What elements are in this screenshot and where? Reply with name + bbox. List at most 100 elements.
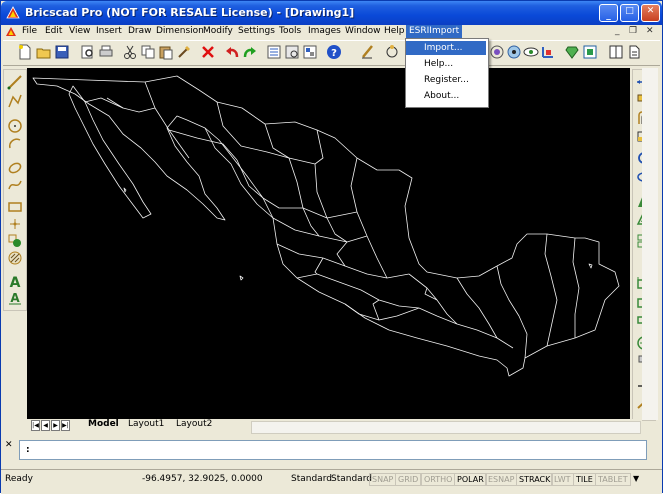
drawing-canvas[interactable] bbox=[27, 68, 630, 420]
properties-icon[interactable] bbox=[266, 44, 282, 60]
close-command-icon[interactable]: ✕ bbox=[5, 440, 15, 450]
svg-text:?: ? bbox=[331, 48, 337, 59]
state-boundary bbox=[264, 123, 304, 209]
render-icon[interactable] bbox=[489, 44, 505, 60]
block-icon[interactable] bbox=[564, 44, 580, 60]
undo-icon[interactable] bbox=[224, 44, 240, 60]
menu-item-import[interactable]: Import... bbox=[406, 41, 486, 55]
copy-icon[interactable] bbox=[140, 44, 156, 60]
match-properties-icon[interactable] bbox=[176, 44, 192, 60]
save-icon[interactable] bbox=[54, 44, 70, 60]
spline-icon[interactable] bbox=[7, 177, 23, 193]
command-input[interactable]: : bbox=[19, 440, 647, 460]
arc-icon[interactable] bbox=[7, 135, 23, 151]
doc-restore-icon[interactable]: ❐ bbox=[629, 26, 637, 36]
doc-minimize-icon[interactable]: _ bbox=[615, 26, 620, 36]
state-boundary bbox=[314, 129, 328, 219]
new-layout-icon[interactable] bbox=[626, 44, 642, 60]
redo-icon[interactable] bbox=[242, 44, 258, 60]
esnap-toggle[interactable]: ESNAP bbox=[485, 473, 518, 486]
horizontal-scrollbar[interactable] bbox=[251, 421, 641, 434]
line-icon[interactable] bbox=[7, 74, 23, 90]
title-bar[interactable]: Bricscad Pro (NOT FOR RESALE License) - … bbox=[1, 1, 662, 25]
document-icon[interactable] bbox=[5, 26, 17, 38]
menu-item-about[interactable]: About... bbox=[406, 89, 486, 103]
tab-layout2[interactable]: Layout2 bbox=[176, 419, 212, 429]
menu-modify[interactable]: Modify bbox=[203, 26, 233, 36]
delete-icon[interactable] bbox=[200, 44, 216, 60]
tablet-toggle[interactable]: TABLET bbox=[595, 473, 631, 486]
menu-window[interactable]: Window bbox=[345, 26, 381, 36]
menu-settings[interactable]: Settings bbox=[238, 26, 275, 36]
prev-tab-icon[interactable]: ◀ bbox=[41, 420, 50, 431]
polar-toggle[interactable]: POLAR bbox=[454, 473, 487, 486]
cut-icon[interactable] bbox=[122, 44, 138, 60]
next-tab-icon[interactable]: ▶ bbox=[51, 420, 60, 431]
design-center-icon[interactable] bbox=[284, 44, 300, 60]
minimize-button[interactable]: _ bbox=[599, 4, 618, 22]
menu-tools[interactable]: Tools bbox=[279, 26, 301, 36]
mtext-icon[interactable]: A bbox=[7, 290, 23, 306]
state-boundary bbox=[456, 277, 514, 349]
paste-icon[interactable] bbox=[158, 44, 174, 60]
menu-images[interactable]: Images bbox=[308, 26, 341, 36]
strack-toggle[interactable]: STRACK bbox=[516, 473, 554, 486]
state-boundary bbox=[216, 101, 316, 165]
print-icon[interactable] bbox=[98, 44, 114, 60]
menu-draw[interactable]: Draw bbox=[128, 26, 152, 36]
menu-insert[interactable]: Insert bbox=[96, 26, 122, 36]
new-icon[interactable] bbox=[17, 44, 33, 60]
tab-model[interactable]: Model bbox=[88, 419, 119, 429]
block-icon[interactable] bbox=[7, 233, 23, 249]
state-boundary bbox=[372, 299, 380, 321]
explorer-icon[interactable] bbox=[302, 44, 318, 60]
state-boundary bbox=[302, 207, 320, 237]
menu-dimension[interactable]: Dimension bbox=[156, 26, 204, 36]
vertical-scrollbar[interactable] bbox=[642, 68, 658, 420]
ellipse-icon[interactable] bbox=[7, 160, 23, 176]
polyline-icon[interactable] bbox=[7, 93, 23, 109]
print-preview-icon[interactable] bbox=[80, 44, 96, 60]
state-boundary bbox=[544, 233, 558, 347]
point-icon[interactable] bbox=[7, 216, 23, 232]
tile-icon[interactable] bbox=[608, 44, 624, 60]
country-outline bbox=[32, 75, 620, 377]
menu-file[interactable]: File bbox=[22, 26, 37, 36]
help-icon[interactable]: ? bbox=[326, 44, 342, 60]
hatch-icon[interactable] bbox=[540, 44, 556, 60]
status-menu-icon[interactable]: ▼ bbox=[633, 474, 639, 483]
text-icon[interactable]: A bbox=[7, 273, 23, 289]
menu-item-register[interactable]: Register... bbox=[406, 73, 486, 87]
close-button[interactable]: ✕ bbox=[641, 4, 660, 22]
doc-close-icon[interactable]: ✕ bbox=[646, 26, 654, 36]
orbit-icon[interactable] bbox=[384, 44, 400, 60]
tab-layout1[interactable]: Layout1 bbox=[128, 419, 164, 429]
circle-icon[interactable] bbox=[7, 118, 23, 134]
lwt-toggle[interactable]: LWT bbox=[551, 473, 574, 486]
text-style[interactable]: Standard bbox=[291, 474, 332, 484]
last-tab-icon[interactable]: ▶| bbox=[61, 420, 70, 431]
maximize-button[interactable]: □ bbox=[620, 4, 639, 22]
tile-toggle[interactable]: TILE bbox=[573, 473, 596, 486]
snap-toggle[interactable]: SNAP bbox=[369, 473, 397, 486]
menu-esriimport[interactable]: ESRIImport bbox=[406, 25, 463, 38]
layer-icon[interactable] bbox=[523, 44, 539, 60]
menu-help[interactable]: Help bbox=[384, 26, 405, 36]
open-icon[interactable] bbox=[36, 44, 52, 60]
first-tab-icon[interactable]: |◀ bbox=[31, 420, 40, 431]
island bbox=[588, 263, 593, 269]
menu-item-help[interactable]: Help... bbox=[406, 57, 486, 71]
visibility-icon[interactable] bbox=[506, 44, 522, 60]
state-boundary bbox=[272, 217, 368, 243]
hatch-icon[interactable] bbox=[7, 250, 23, 266]
command-prompt: : bbox=[26, 445, 30, 455]
minimize-icon: _ bbox=[606, 11, 611, 21]
draw-icon[interactable] bbox=[360, 44, 376, 60]
grid-toggle[interactable]: GRID bbox=[395, 473, 422, 486]
ortho-toggle[interactable]: ORTHO bbox=[421, 473, 456, 486]
menu-edit[interactable]: Edit bbox=[45, 26, 62, 36]
menu-view[interactable]: View bbox=[69, 26, 90, 36]
insert-icon[interactable] bbox=[582, 44, 598, 60]
rectangle-icon[interactable] bbox=[7, 199, 23, 215]
dim-style[interactable]: Standard bbox=[331, 474, 372, 484]
